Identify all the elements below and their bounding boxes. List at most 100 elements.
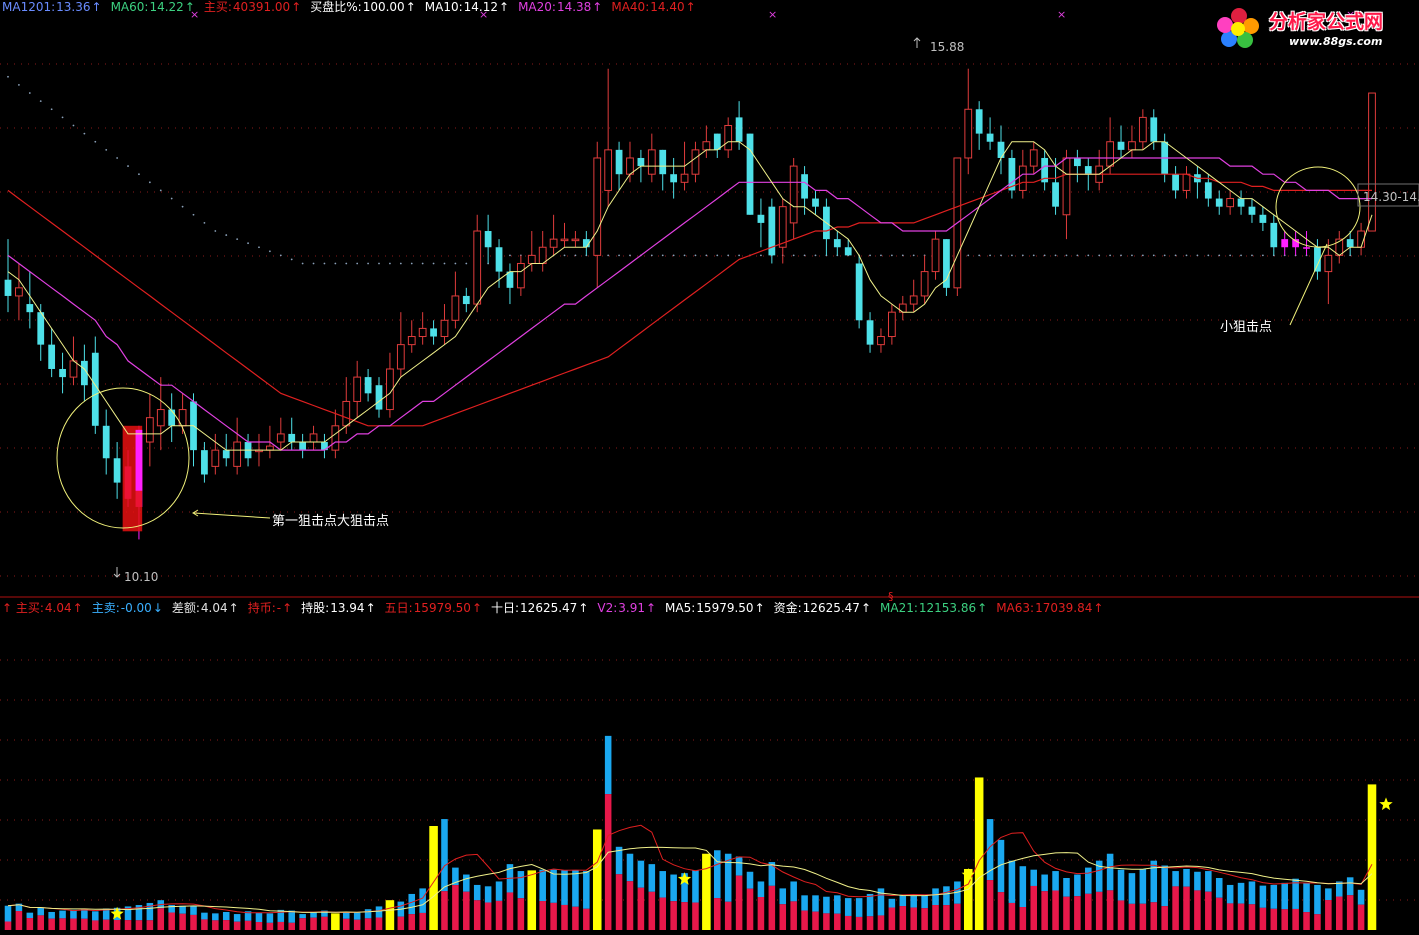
ma60-dot: [432, 262, 435, 265]
candle-body: [495, 247, 503, 272]
candle-body: [844, 247, 852, 256]
volume-bar-buy: [452, 885, 459, 930]
volume-bar-buy: [561, 904, 568, 930]
volume-bar-buy: [1335, 896, 1343, 930]
volume-bar-buy: [124, 920, 132, 930]
volume-bar-sell: [1205, 871, 1212, 892]
volume-bar-buy: [659, 897, 666, 930]
volume-bar-buy: [495, 900, 503, 930]
ma60-dot: [454, 262, 457, 265]
volume-bar-sell: [266, 913, 274, 923]
candle-body: [812, 198, 819, 207]
volume-bar-buy: [1237, 903, 1245, 930]
volume-bar-sell: [1019, 866, 1027, 908]
volume-bar-buy: [102, 919, 110, 930]
ma60-dot: [148, 181, 151, 184]
ma60-dot: [1043, 254, 1046, 257]
ma60-dot: [1240, 254, 1242, 257]
header-bottom-value: 17039.84: [1035, 601, 1093, 615]
volume-bar-sell: [801, 895, 808, 911]
volume-bar-sell: [441, 819, 448, 892]
volume-bar-sell: [255, 912, 263, 923]
ma60-dot: [1251, 254, 1253, 257]
ma60-dot: [1131, 254, 1133, 257]
volume-bar-sell: [1161, 865, 1168, 907]
ma60-dot: [323, 262, 326, 265]
volume-bar-sell: [932, 888, 939, 906]
volume-bar-buy: [1248, 904, 1256, 930]
header-bottom-arrow: ↑: [228, 601, 239, 615]
candle-body: [1138, 116, 1147, 143]
volume-flag-bar: [702, 853, 711, 930]
volume-bar-sell: [790, 881, 797, 902]
volume-bar-sell: [812, 895, 819, 912]
header-bottom-value: 4.04: [200, 601, 228, 615]
header-bottom-item: V2:3.91↑: [597, 601, 657, 615]
volume-bar-sell: [1106, 853, 1114, 891]
volume-bar-sell: [484, 886, 492, 903]
header-top-label: MA40:: [611, 0, 650, 14]
candle-body: [746, 133, 754, 215]
indicator-header-bottom: ↑ 主买:4.04↑ 主卖:-0.00↓ 差额:4.04↑ 持币:-↑ 持股:13.94…: [2, 601, 1112, 615]
volume-bar-sell: [823, 896, 830, 914]
site-logo[interactable]: 分析家公式网 www.88gs.com: [1211, 2, 1411, 52]
ma60-dot: [1000, 254, 1002, 257]
candle-body: [266, 445, 274, 451]
header-bottom-item: 持股:13.94↑: [301, 601, 376, 615]
candle-body: [1346, 239, 1354, 248]
volume-bar-sell: [1357, 889, 1365, 905]
candle-body: [222, 450, 230, 459]
header-bottom-value: 12625.47: [802, 601, 860, 615]
header-top-label: MA20:: [518, 0, 556, 14]
volume-bar-buy: [201, 919, 208, 930]
candle-body: [1182, 173, 1191, 191]
volume-bar-sell: [1226, 884, 1234, 904]
volume-bar-buy: [353, 919, 361, 930]
ma60-dot: [50, 108, 53, 111]
ma60-dot: [225, 234, 228, 236]
candle-body: [418, 327, 427, 338]
volume-bar-buy: [419, 912, 426, 930]
header-top-value: 14.38: [556, 0, 592, 14]
candle-body: [571, 238, 580, 242]
stock-chart[interactable]: × × × × × §: [0, 0, 1419, 935]
ma60-dot: [1021, 254, 1024, 257]
volume-bar-buy: [877, 915, 885, 930]
ma60-dot: [399, 262, 402, 265]
header-bottom-value: -0.00: [120, 601, 152, 615]
volume-bar-sell: [1259, 885, 1267, 908]
candle-body: [527, 254, 536, 264]
candle-body: [407, 336, 416, 346]
header-bottom-label: MA21:: [880, 601, 918, 615]
volume-flag-bar: [974, 777, 984, 930]
label-high: 15.88: [930, 40, 965, 54]
volume-bar-buy: [1226, 903, 1234, 930]
candle-body: [1029, 149, 1038, 167]
volume-bar-sell: [342, 911, 350, 919]
ma40-line: [7, 173, 1372, 427]
volume-bar-buy: [681, 902, 688, 930]
volume-bar-buy: [834, 913, 841, 930]
candle-body: [26, 304, 34, 313]
header-top-value: 13.36: [56, 0, 91, 14]
ma60-dot: [116, 157, 119, 159]
volume-bar-buy: [48, 918, 55, 930]
volume-bar-sell: [855, 898, 863, 917]
annotation-small-snipe: 小狙击点: [1220, 320, 1273, 335]
header-bottom-item: MA63:17039.84↑: [996, 601, 1104, 615]
volume-bar-buy: [899, 906, 907, 930]
ma60-dot: [978, 254, 981, 257]
candle-body: [473, 230, 482, 305]
candle-body: [724, 125, 733, 151]
candle-body: [288, 433, 296, 443]
header-top-arrow: ↑: [184, 0, 195, 14]
volume-bar-sell: [888, 898, 896, 908]
volume-bar-buy: [779, 904, 787, 930]
header-top-label: MA10:: [424, 0, 463, 14]
candle-body: [145, 417, 154, 443]
header-bottom-label: 五日:: [384, 601, 413, 615]
header-bottom-item: 资金:12625.47↑: [774, 601, 872, 615]
header-bottom-item: MA5:15979.50↑: [665, 601, 766, 615]
volume-bar-sell: [299, 914, 306, 919]
volume-bar-buy: [1325, 900, 1332, 930]
